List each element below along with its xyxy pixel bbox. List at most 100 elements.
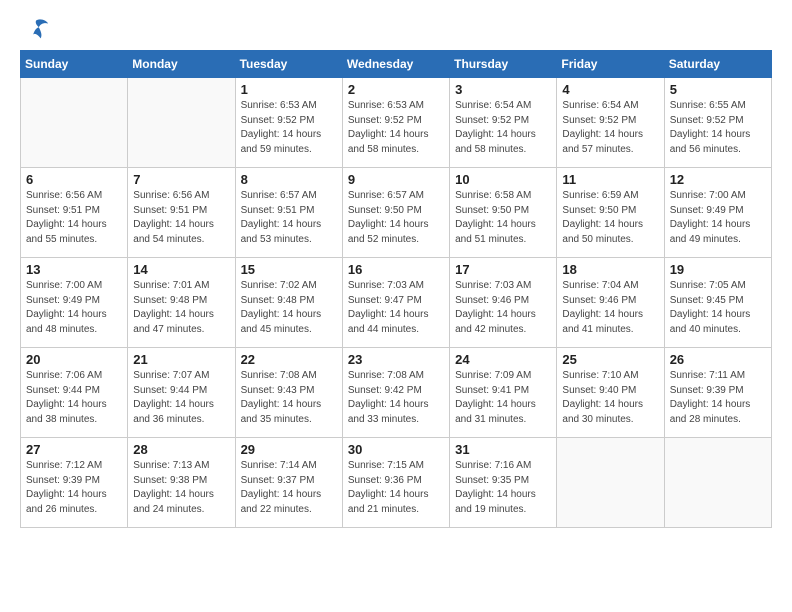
- weekday-header-tuesday: Tuesday: [235, 51, 342, 78]
- calendar-cell: 18 Sunrise: 7:04 AM Sunset: 9:46 PM Dayli…: [557, 258, 664, 348]
- calendar-cell: [557, 438, 664, 528]
- day-number: 25: [562, 352, 658, 367]
- calendar-table: SundayMondayTuesdayWednesdayThursdayFrid…: [20, 50, 772, 528]
- calendar-cell: [664, 438, 771, 528]
- day-info: Sunrise: 7:11 AM Sunset: 9:39 PM Dayligh…: [670, 369, 766, 427]
- day-info: Sunrise: 7:12 AM Sunset: 9:39 PM Dayligh…: [26, 459, 122, 517]
- day-info: Sunrise: 6:55 AM Sunset: 9:52 PM Dayligh…: [670, 99, 766, 157]
- calendar-cell: 9 Sunrise: 6:57 AM Sunset: 9:50 PM Daylig…: [342, 168, 449, 258]
- day-info: Sunrise: 6:56 AM Sunset: 9:51 PM Dayligh…: [26, 189, 122, 247]
- day-info: Sunrise: 7:01 AM Sunset: 9:48 PM Dayligh…: [133, 279, 229, 337]
- calendar-cell: 7 Sunrise: 6:56 AM Sunset: 9:51 PM Daylig…: [128, 168, 235, 258]
- calendar-cell: 31 Sunrise: 7:16 AM Sunset: 9:35 PM Dayli…: [450, 438, 557, 528]
- day-info: Sunrise: 7:08 AM Sunset: 9:42 PM Dayligh…: [348, 369, 444, 427]
- day-number: 31: [455, 442, 551, 457]
- day-number: 29: [241, 442, 337, 457]
- day-number: 3: [455, 82, 551, 97]
- day-number: 19: [670, 262, 766, 277]
- day-number: 23: [348, 352, 444, 367]
- calendar-cell: 27 Sunrise: 7:12 AM Sunset: 9:39 PM Dayli…: [21, 438, 128, 528]
- day-info: Sunrise: 7:00 AM Sunset: 9:49 PM Dayligh…: [670, 189, 766, 247]
- calendar-cell: 24 Sunrise: 7:09 AM Sunset: 9:41 PM Dayli…: [450, 348, 557, 438]
- calendar-cell: 30 Sunrise: 7:15 AM Sunset: 9:36 PM Dayli…: [342, 438, 449, 528]
- logo: [20, 16, 50, 40]
- calendar-cell: 11 Sunrise: 6:59 AM Sunset: 9:50 PM Dayli…: [557, 168, 664, 258]
- day-number: 16: [348, 262, 444, 277]
- weekday-header-thursday: Thursday: [450, 51, 557, 78]
- day-info: Sunrise: 7:16 AM Sunset: 9:35 PM Dayligh…: [455, 459, 551, 517]
- calendar-cell: 14 Sunrise: 7:01 AM Sunset: 9:48 PM Dayli…: [128, 258, 235, 348]
- day-number: 30: [348, 442, 444, 457]
- day-number: 27: [26, 442, 122, 457]
- day-number: 20: [26, 352, 122, 367]
- calendar-cell: 21 Sunrise: 7:07 AM Sunset: 9:44 PM Dayli…: [128, 348, 235, 438]
- day-info: Sunrise: 7:02 AM Sunset: 9:48 PM Dayligh…: [241, 279, 337, 337]
- day-number: 6: [26, 172, 122, 187]
- calendar-week-2: 6 Sunrise: 6:56 AM Sunset: 9:51 PM Daylig…: [21, 168, 772, 258]
- logo-bird-icon: [22, 16, 50, 44]
- day-info: Sunrise: 7:00 AM Sunset: 9:49 PM Dayligh…: [26, 279, 122, 337]
- calendar-cell: 16 Sunrise: 7:03 AM Sunset: 9:47 PM Dayli…: [342, 258, 449, 348]
- calendar-cell: 13 Sunrise: 7:00 AM Sunset: 9:49 PM Dayli…: [21, 258, 128, 348]
- calendar-cell: 5 Sunrise: 6:55 AM Sunset: 9:52 PM Daylig…: [664, 78, 771, 168]
- calendar-cell: 12 Sunrise: 7:00 AM Sunset: 9:49 PM Dayli…: [664, 168, 771, 258]
- day-info: Sunrise: 7:07 AM Sunset: 9:44 PM Dayligh…: [133, 369, 229, 427]
- day-info: Sunrise: 6:56 AM Sunset: 9:51 PM Dayligh…: [133, 189, 229, 247]
- day-number: 1: [241, 82, 337, 97]
- calendar-cell: [21, 78, 128, 168]
- calendar-cell: 23 Sunrise: 7:08 AM Sunset: 9:42 PM Dayli…: [342, 348, 449, 438]
- calendar-cell: 8Sunrise: 6:57 AM Sunset: 9:51 PM Daylig…: [235, 168, 342, 258]
- day-number: 18: [562, 262, 658, 277]
- weekday-header-saturday: Saturday: [664, 51, 771, 78]
- calendar-cell: 10 Sunrise: 6:58 AM Sunset: 9:50 PM Dayli…: [450, 168, 557, 258]
- day-number: 28: [133, 442, 229, 457]
- calendar-week-1: 1 Sunrise: 6:53 AM Sunset: 9:52 PM Daylig…: [21, 78, 772, 168]
- day-info: Sunrise: 7:08 AM Sunset: 9:43 PM Dayligh…: [241, 369, 337, 427]
- page-header: [20, 16, 772, 40]
- calendar-cell: 28Sunrise: 7:13 AM Sunset: 9:38 PM Dayli…: [128, 438, 235, 528]
- day-number: 9: [348, 172, 444, 187]
- calendar-cell: 2Sunrise: 6:53 AM Sunset: 9:52 PM Daylig…: [342, 78, 449, 168]
- day-number: 15: [241, 262, 337, 277]
- day-info: Sunrise: 7:09 AM Sunset: 9:41 PM Dayligh…: [455, 369, 551, 427]
- day-info: Sunrise: 6:54 AM Sunset: 9:52 PM Dayligh…: [455, 99, 551, 157]
- calendar-cell: 15 Sunrise: 7:02 AM Sunset: 9:48 PM Dayli…: [235, 258, 342, 348]
- day-number: 5: [670, 82, 766, 97]
- day-info: Sunrise: 7:04 AM Sunset: 9:46 PM Dayligh…: [562, 279, 658, 337]
- calendar-cell: 19Sunrise: 7:05 AM Sunset: 9:45 PM Dayli…: [664, 258, 771, 348]
- day-info: Sunrise: 6:59 AM Sunset: 9:50 PM Dayligh…: [562, 189, 658, 247]
- day-number: 4: [562, 82, 658, 97]
- calendar-week-3: 13 Sunrise: 7:00 AM Sunset: 9:49 PM Dayli…: [21, 258, 772, 348]
- day-number: 13: [26, 262, 122, 277]
- day-number: 8: [241, 172, 337, 187]
- calendar-cell: 22Sunrise: 7:08 AM Sunset: 9:43 PM Dayli…: [235, 348, 342, 438]
- day-number: 21: [133, 352, 229, 367]
- day-number: 11: [562, 172, 658, 187]
- day-info: Sunrise: 7:06 AM Sunset: 9:44 PM Dayligh…: [26, 369, 122, 427]
- day-info: Sunrise: 6:54 AM Sunset: 9:52 PM Dayligh…: [562, 99, 658, 157]
- calendar-cell: 1Sunrise: 6:53 AM Sunset: 9:52 PM Daylig…: [235, 78, 342, 168]
- calendar-cell: [128, 78, 235, 168]
- day-number: 7: [133, 172, 229, 187]
- weekday-header-row: SundayMondayTuesdayWednesdayThursdayFrid…: [21, 51, 772, 78]
- day-number: 17: [455, 262, 551, 277]
- day-info: Sunrise: 6:57 AM Sunset: 9:50 PM Dayligh…: [348, 189, 444, 247]
- calendar-cell: 25 Sunrise: 7:10 AM Sunset: 9:40 PM Dayli…: [557, 348, 664, 438]
- day-number: 24: [455, 352, 551, 367]
- weekday-header-sunday: Sunday: [21, 51, 128, 78]
- calendar-cell: 29Sunrise: 7:14 AM Sunset: 9:37 PM Dayli…: [235, 438, 342, 528]
- calendar-cell: 3 Sunrise: 6:54 AM Sunset: 9:52 PM Daylig…: [450, 78, 557, 168]
- day-info: Sunrise: 6:58 AM Sunset: 9:50 PM Dayligh…: [455, 189, 551, 247]
- day-info: Sunrise: 6:53 AM Sunset: 9:52 PM Dayligh…: [348, 99, 444, 157]
- day-number: 12: [670, 172, 766, 187]
- weekday-header-friday: Friday: [557, 51, 664, 78]
- calendar-cell: 20 Sunrise: 7:06 AM Sunset: 9:44 PM Dayli…: [21, 348, 128, 438]
- day-info: Sunrise: 7:10 AM Sunset: 9:40 PM Dayligh…: [562, 369, 658, 427]
- calendar-cell: 4 Sunrise: 6:54 AM Sunset: 9:52 PM Daylig…: [557, 78, 664, 168]
- day-number: 14: [133, 262, 229, 277]
- day-info: Sunrise: 7:03 AM Sunset: 9:46 PM Dayligh…: [455, 279, 551, 337]
- day-number: 10: [455, 172, 551, 187]
- weekday-header-wednesday: Wednesday: [342, 51, 449, 78]
- day-info: Sunrise: 7:03 AM Sunset: 9:47 PM Dayligh…: [348, 279, 444, 337]
- day-info: Sunrise: 7:15 AM Sunset: 9:36 PM Dayligh…: [348, 459, 444, 517]
